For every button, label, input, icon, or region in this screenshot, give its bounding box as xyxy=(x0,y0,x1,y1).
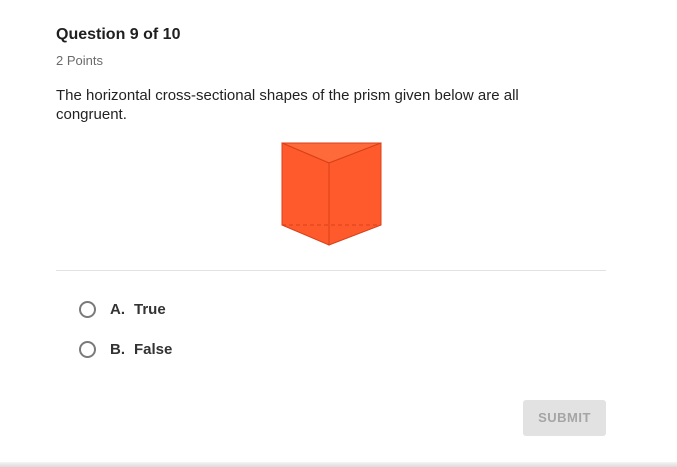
question-title: Question 9 of 10 xyxy=(56,26,181,43)
question-prompt: The horizontal cross-sectional shapes of… xyxy=(56,87,519,123)
divider xyxy=(56,270,606,271)
answer-option-b[interactable]: B. False xyxy=(79,338,172,360)
question-points: 2 Points xyxy=(56,53,103,68)
option-letter: A. xyxy=(110,300,125,318)
answer-option-a[interactable]: A. True xyxy=(79,298,166,320)
submit-button[interactable]: SUBMIT xyxy=(523,400,606,436)
prism-image xyxy=(281,142,382,246)
triangular-prism-figure xyxy=(279,140,385,248)
option-letter: B. xyxy=(110,340,125,358)
radio-button-b[interactable] xyxy=(79,340,96,358)
option-text: True xyxy=(134,300,166,318)
radio-button-a[interactable] xyxy=(79,300,96,318)
bottom-edge xyxy=(0,462,677,467)
option-text: False xyxy=(134,340,173,358)
